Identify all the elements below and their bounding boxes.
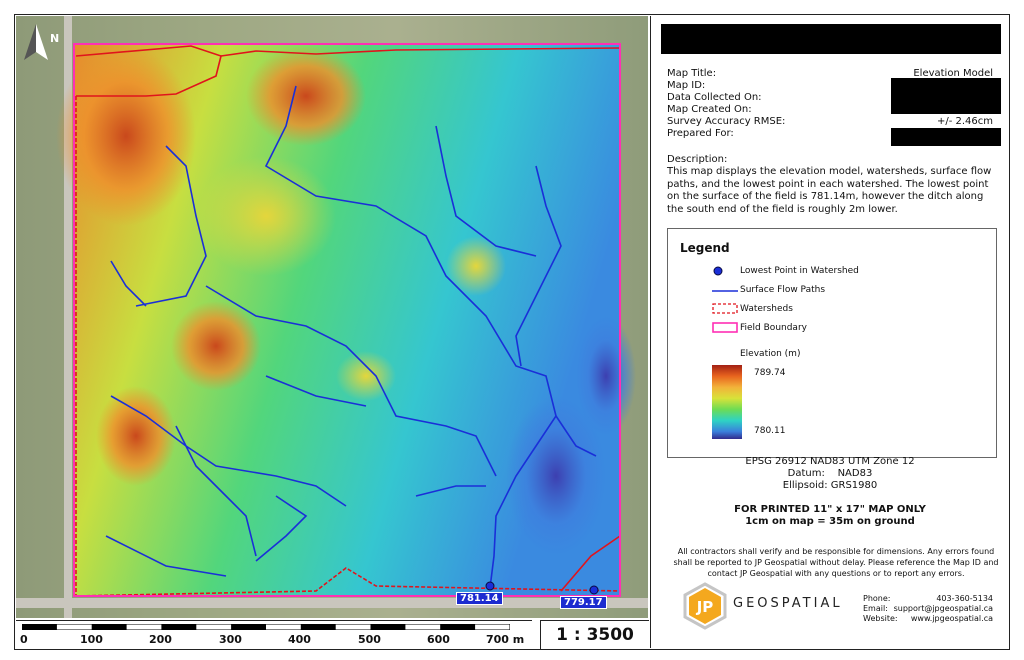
brand-name: GEOSPATIAL [733,596,843,611]
projection-line-3: Ellipsoid: GRS1980 [782,480,878,491]
legend-box: Legend Lowest Point in Watershed Surface… [667,228,997,458]
jp-geospatial-logo-icon: JP [683,582,727,630]
scale-tick-label: 700 m [486,633,525,646]
legend-item-lowest-point: Lowest Point in Watershed [740,266,859,276]
map-canvas [16,16,648,618]
projection-line-1: EPSG 26912 NAD83 UTM Zone 12 [745,456,915,467]
lowest-point-label: 779.17 [560,596,607,609]
legend-item-flow-paths: Surface Flow Paths [740,285,826,295]
website-link[interactable]: www.jpgeospatial.ca [911,614,993,623]
scale-tick-label: 300 [219,633,242,646]
redacted-id-block [891,78,1001,114]
phone-label: Phone: [863,594,891,603]
scale-tick-label: 0 [20,633,28,646]
meta-label-title: Map Title: [667,68,717,79]
elevation-surface [56,44,636,596]
elevation-color-ramp [712,365,742,439]
scale-tick-label: 200 [149,633,172,646]
flow-path-icon [712,290,738,292]
email-label: Email: [863,604,888,613]
legend-item-field-boundary: Field Boundary [740,323,807,333]
legend-title: Legend [680,241,730,255]
scale-ratio: 1 : 3500 [540,620,649,649]
elevation-min: 780.11 [754,426,786,436]
elevation-map[interactable]: N 781.14 779.17 [16,16,648,618]
meta-label-prepared: Prepared For: [667,128,734,139]
meta-label-rmse: Survey Accuracy RMSE: [667,116,786,127]
north-label: N [50,32,60,45]
elevation-legend-label: Elevation (m) [740,349,801,359]
description-label: Description: [667,154,728,165]
disclaimer-text: All contractors shall verify and be resp… [673,547,999,578]
scale-tick-label: 100 [80,633,103,646]
info-panel: Map Title: Elevation Model Map ID: Data … [650,16,1009,648]
scale-tick-label: 500 [358,633,381,646]
redacted-client-block [891,128,1001,146]
lowest-point-marker[interactable] [589,585,599,595]
elevation-max: 789.74 [754,368,786,378]
legend-item-watersheds: Watersheds [740,304,793,314]
print-note-line-1: FOR PRINTED 11" x 17" MAP ONLY [734,504,926,515]
logo-text: JP [696,598,714,616]
print-note-line-2: 1cm on map = 35m on ground [745,516,915,527]
meta-label-created: Map Created On: [667,104,752,115]
phone-value: 403-360-5134 [936,594,993,603]
website-label: Website: [863,614,898,623]
projection-line-2: Datum: NAD83 [787,468,873,479]
scale-bar: 0 100 200 300 400 500 600 700 m [16,620,532,649]
scale-tick-label: 600 [427,633,450,646]
meta-label-id: Map ID: [667,80,706,91]
road-south [16,598,648,608]
meta-value-rmse: +/- 2.46cm [936,116,993,127]
field-boundary-icon [712,322,738,333]
watershed-icon [712,303,738,314]
scale-tick-label: 400 [288,633,311,646]
lowest-point-marker[interactable] [485,581,495,591]
lowest-point-icon [713,266,723,276]
lowest-point-label: 781.14 [456,592,503,605]
redacted-title-block [661,24,1001,54]
email-link[interactable]: support@jpgeospatial.ca [894,604,993,613]
meta-label-collected: Data Collected On: [667,92,762,103]
description-text: This map displays the elevation model, w… [667,166,992,215]
scale-bar-graphic [22,624,510,630]
